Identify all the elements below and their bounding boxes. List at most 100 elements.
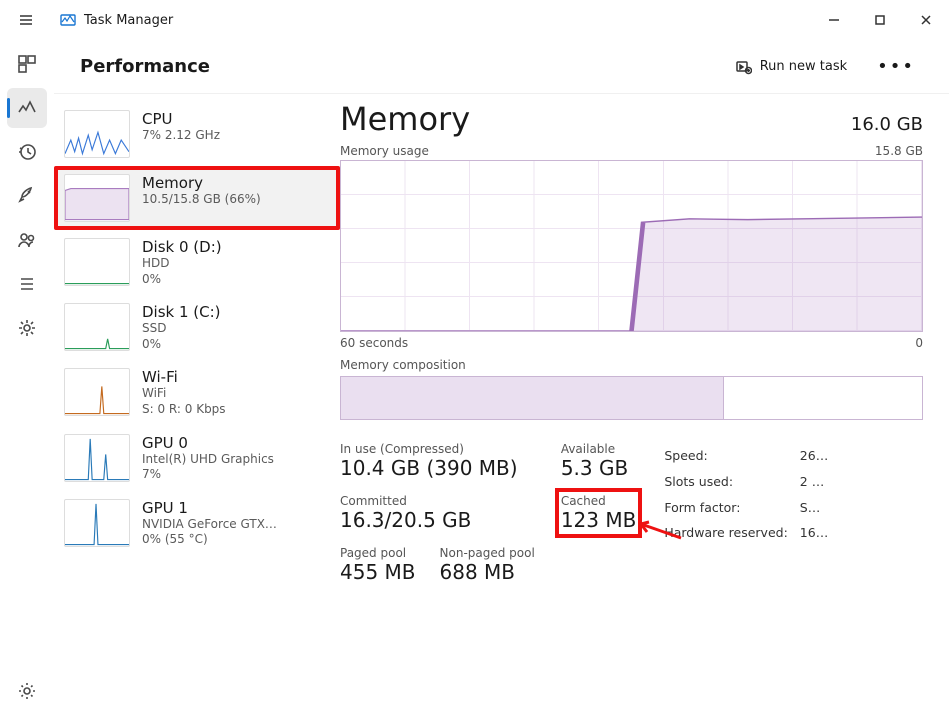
stat-label: In use (Compressed)	[340, 442, 535, 456]
nav-performance[interactable]	[7, 88, 47, 128]
stat-cached: Cached 123 MB	[561, 494, 637, 532]
hamburger-menu-button[interactable]	[14, 8, 38, 32]
x-axis-left: 60 seconds	[340, 336, 408, 350]
nav-services[interactable]	[7, 308, 47, 348]
resource-sub2: 0%	[142, 337, 221, 353]
gpu0-thumb	[64, 434, 130, 482]
ellipsis-icon: •••	[877, 56, 915, 77]
kv-value: 26…	[800, 444, 828, 468]
performance-icon	[17, 98, 37, 118]
nav-startup-apps[interactable]	[7, 176, 47, 216]
kv-label: Form factor:	[664, 496, 797, 520]
memory-usage-plot	[341, 161, 922, 331]
close-button[interactable]	[903, 0, 949, 40]
stat-label: Available	[561, 442, 637, 456]
stat-value: 688 MB	[440, 560, 535, 584]
composition-in-use	[341, 377, 724, 419]
resource-name: Disk 0 (D:)	[142, 238, 222, 256]
nav-details[interactable]	[7, 264, 47, 304]
resource-item-memory[interactable]: Memory 10.5/15.8 GB (66%)	[54, 166, 340, 230]
nav-settings[interactable]	[7, 671, 47, 711]
kv-label: Slots used:	[664, 470, 797, 494]
kv-value: S…	[800, 496, 828, 520]
nav-app-history[interactable]	[7, 132, 47, 172]
resource-sub: HDD	[142, 256, 222, 272]
resource-sub2: S: 0 R: 0 Kbps	[142, 402, 226, 418]
detail-title: Memory	[340, 100, 470, 138]
resource-sub: 7% 2.12 GHz	[142, 128, 220, 144]
resource-list: CPU 7% 2.12 GHz Memory 10.5/15.8 GB (66%…	[54, 94, 340, 715]
gear-icon	[17, 681, 37, 701]
more-button[interactable]: •••	[869, 52, 923, 81]
stats-grid: In use (Compressed) 10.4 GB (390 MB) Com…	[340, 442, 923, 584]
gpu1-thumb	[64, 499, 130, 547]
resource-sub2: 0% (55 °C)	[142, 532, 277, 548]
stat-value: 16.3/20.5 GB	[340, 508, 535, 532]
resource-name: GPU 1	[142, 499, 277, 517]
processes-icon	[17, 54, 37, 74]
stat-label: Paged pool	[340, 546, 416, 560]
memory-usage-chart[interactable]	[340, 160, 923, 332]
maximize-button[interactable]	[857, 0, 903, 40]
minimize-button[interactable]	[811, 0, 857, 40]
x-axis-right: 0	[915, 336, 923, 350]
resource-item-gpu0[interactable]: GPU 0 Intel(R) UHD Graphics 7%	[54, 426, 340, 491]
resource-sub: Intel(R) UHD Graphics	[142, 452, 274, 468]
resource-item-cpu[interactable]: CPU 7% 2.12 GHz	[54, 102, 340, 166]
stat-value: 455 MB	[340, 560, 416, 584]
stat-paged: Paged pool 455 MB	[340, 546, 416, 584]
composition-label: Memory composition	[340, 358, 923, 372]
history-icon	[17, 142, 37, 162]
nav-users[interactable]	[7, 220, 47, 260]
disk1-thumb	[64, 303, 130, 351]
cpu-thumb	[64, 110, 130, 158]
stat-key-values: Speed:26… Slots used:2 … Form factor:S… …	[662, 442, 830, 584]
hamburger-icon	[18, 12, 34, 28]
nav-rail	[0, 40, 54, 715]
resource-name: GPU 0	[142, 434, 274, 452]
kv-label: Hardware reserved:	[664, 521, 797, 545]
resource-item-disk0[interactable]: Disk 0 (D:) HDD 0%	[54, 230, 340, 295]
resource-item-gpu1[interactable]: GPU 1 NVIDIA GeForce GTX… 0% (55 °C)	[54, 491, 340, 556]
window-controls	[811, 0, 949, 40]
detail-capacity: 16.0 GB	[851, 114, 923, 135]
wifi-thumb	[64, 368, 130, 416]
resource-sub: WiFi	[142, 386, 226, 402]
memory-thumb	[64, 174, 130, 222]
resource-name: Disk 1 (C:)	[142, 303, 221, 321]
kv-value: 16…	[800, 521, 828, 545]
resource-sub: 10.5/15.8 GB (66%)	[142, 192, 261, 208]
stat-value: 5.3 GB	[561, 456, 637, 480]
run-task-icon	[736, 59, 752, 75]
stat-label: Non-paged pool	[440, 546, 535, 560]
stat-label: Committed	[340, 494, 535, 508]
kv-value: 2 …	[800, 470, 828, 494]
resource-name: Memory	[142, 174, 261, 192]
stat-nonpaged: Non-paged pool 688 MB	[440, 546, 535, 584]
stat-label: Cached	[561, 494, 637, 508]
maximize-icon	[872, 12, 888, 28]
stat-value: 123 MB	[561, 508, 637, 532]
memory-composition-chart[interactable]	[340, 376, 923, 420]
run-new-task-label: Run new task	[760, 59, 847, 74]
resource-sub: NVIDIA GeForce GTX…	[142, 517, 277, 533]
resource-sub: SSD	[142, 321, 221, 337]
disk0-thumb	[64, 238, 130, 286]
resource-sub2: 0%	[142, 272, 222, 288]
startup-icon	[17, 186, 37, 206]
annotation-arrow	[635, 520, 683, 540]
services-icon	[17, 318, 37, 338]
stat-value: 10.4 GB (390 MB)	[340, 456, 535, 480]
close-icon	[918, 12, 934, 28]
title-bar: Task Manager	[0, 0, 949, 40]
usage-chart-cap: 15.8 GB	[875, 144, 923, 158]
detail-pane: Memory 16.0 GB Memory usage 15.8 GB 60 s…	[340, 94, 949, 715]
nav-processes[interactable]	[7, 44, 47, 84]
app-icon	[60, 12, 76, 28]
resource-item-wifi[interactable]: Wi-Fi WiFi S: 0 R: 0 Kbps	[54, 360, 340, 425]
run-new-task-button[interactable]: Run new task	[728, 53, 855, 81]
stat-in-use: In use (Compressed) 10.4 GB (390 MB)	[340, 442, 535, 480]
resource-item-disk1[interactable]: Disk 1 (C:) SSD 0%	[54, 295, 340, 360]
page-title: Performance	[80, 56, 210, 77]
page-header: Performance Run new task •••	[54, 40, 949, 94]
